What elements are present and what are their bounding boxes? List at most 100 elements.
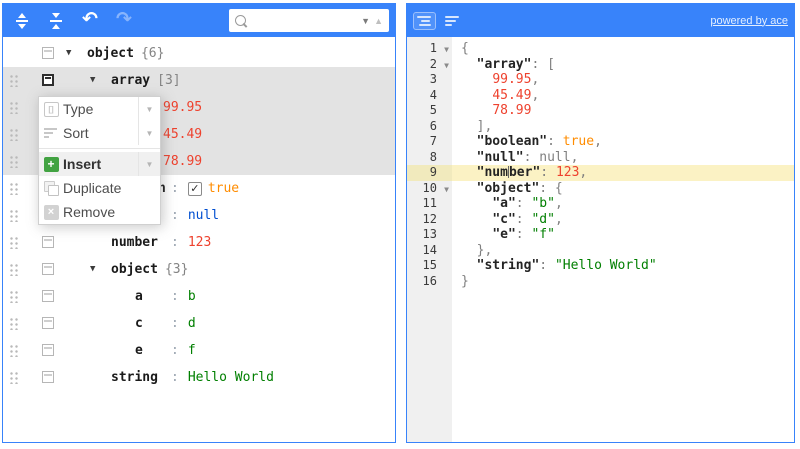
undo-icon: ↶ (82, 10, 98, 29)
node-menu-button[interactable] (42, 74, 54, 86)
node-menu-button[interactable] (42, 236, 54, 248)
drag-handle-icon[interactable] (9, 317, 18, 330)
expand-all-button[interactable] (9, 8, 35, 34)
field-name[interactable]: a (135, 288, 171, 305)
collapse-toggle-icon[interactable]: ▼ (90, 265, 95, 274)
code-token: "object" (477, 181, 540, 196)
code-line[interactable]: "number": 123, (452, 165, 794, 181)
field-value[interactable]: true (208, 180, 239, 197)
menu-item-label: Duplicate (63, 180, 160, 196)
code-area[interactable]: { "array": [ 99.95, 45.49, 78.99 ], "boo… (452, 37, 794, 442)
format-button[interactable] (413, 12, 436, 30)
fold-toggle-icon[interactable]: ▼ (444, 182, 449, 198)
code-line[interactable]: 78.99 (452, 103, 794, 119)
code-line[interactable]: "array": [ (452, 57, 794, 73)
code-line[interactable]: { (452, 41, 794, 57)
field-value[interactable]: f (188, 342, 196, 359)
drag-handle-icon[interactable] (9, 263, 18, 276)
menu-item-duplicate[interactable]: Duplicate (39, 176, 160, 200)
field-name[interactable]: e (135, 342, 171, 359)
drag-handle-icon[interactable] (9, 344, 18, 357)
node-content: 99.95 (163, 99, 202, 116)
code-line[interactable]: "string": "Hello World" (452, 258, 794, 274)
field-value[interactable]: 99.95 (163, 99, 202, 116)
node-content: 78.99 (163, 153, 202, 170)
drag-handle-icon[interactable] (9, 101, 18, 114)
code-line[interactable]: }, (452, 243, 794, 259)
collapse-toggle-icon[interactable]: ▼ (66, 49, 71, 58)
code-line[interactable]: "a": "b", (452, 196, 794, 212)
search-previous-icon[interactable]: ▲ (374, 16, 383, 26)
drag-handle-icon[interactable] (9, 128, 18, 141)
code-token (461, 258, 477, 273)
code-token: : (524, 150, 540, 165)
code-token: "boolean" (477, 134, 547, 149)
drag-handle-icon[interactable] (9, 209, 18, 222)
field-name[interactable]: array (111, 72, 150, 89)
field-value[interactable]: null (188, 207, 219, 224)
code-line[interactable]: 45.49, (452, 88, 794, 104)
menu-item-type[interactable]: []Type▼ (39, 97, 160, 121)
field-name[interactable]: object (87, 45, 134, 62)
code-token: 123 (556, 165, 579, 180)
code-line[interactable]: 99.95, (452, 72, 794, 88)
field-name[interactable]: string (111, 369, 171, 386)
search-next-icon[interactable]: ▼ (361, 16, 370, 26)
submenu-arrow-icon[interactable]: ▼ (138, 97, 160, 121)
code-line[interactable]: "e": "f" (452, 227, 794, 243)
redo-button[interactable]: ↷ (111, 8, 137, 34)
drag-handle-icon[interactable] (9, 290, 18, 303)
drag-handle-icon[interactable] (9, 155, 18, 168)
drag-handle-icon[interactable] (9, 371, 18, 384)
code-token: : (516, 227, 532, 242)
code-line[interactable]: "boolean": true, (452, 134, 794, 150)
compact-button[interactable] (445, 16, 460, 26)
undo-button[interactable]: ↶ (77, 8, 103, 34)
duplicate-icon (44, 181, 59, 196)
field-name[interactable]: object (111, 261, 158, 278)
drag-handle-icon[interactable] (9, 236, 18, 249)
search-input[interactable] (250, 13, 357, 29)
menu-item-insert[interactable]: +Insert▼ (39, 152, 160, 176)
field-value[interactable]: d (188, 315, 196, 332)
line-number: 7 (407, 134, 452, 150)
powered-by-ace-link[interactable]: powered by ace (710, 15, 788, 27)
code-token (461, 165, 477, 180)
node-menu-button[interactable] (42, 344, 54, 356)
node-menu-button[interactable] (42, 371, 54, 383)
code-line[interactable]: "null": null, (452, 150, 794, 166)
fold-toggle-icon[interactable]: ▼ (444, 58, 449, 74)
colon-separator: : (171, 288, 179, 305)
field-value[interactable]: 45.49 (163, 126, 202, 143)
node-content: e:f (135, 342, 196, 359)
code-line[interactable]: "object": { (452, 181, 794, 197)
boolean-checkbox[interactable]: ✓ (188, 182, 202, 196)
menu-item-sort[interactable]: Sort▼ (39, 121, 160, 145)
node-menu-button[interactable] (42, 263, 54, 275)
expand-all-icon (15, 13, 29, 29)
menu-item-remove[interactable]: ×Remove (39, 200, 160, 224)
collapse-toggle-icon[interactable]: ▼ (90, 76, 95, 85)
code-line[interactable]: } (452, 274, 794, 290)
field-value[interactable]: 123 (188, 234, 211, 251)
collapse-all-button[interactable] (43, 8, 69, 34)
field-value[interactable]: Hello World (188, 369, 274, 386)
field-value[interactable]: b (188, 288, 196, 305)
code-token: "null" (477, 150, 524, 165)
code-token (461, 103, 492, 118)
tree-row: ▼array[3] (3, 67, 395, 94)
field-value[interactable]: 78.99 (163, 153, 202, 170)
code-line[interactable]: "c": "d", (452, 212, 794, 228)
code-line[interactable]: ], (452, 119, 794, 135)
node-menu-button[interactable] (42, 47, 54, 59)
field-name[interactable]: c (135, 315, 171, 332)
node-menu-button[interactable] (42, 290, 54, 302)
tree-row: c:d (3, 310, 395, 337)
submenu-arrow-icon[interactable]: ▼ (138, 121, 160, 145)
drag-handle-icon[interactable] (9, 74, 18, 87)
node-menu-button[interactable] (42, 317, 54, 329)
field-name[interactable]: number (111, 234, 171, 251)
fold-toggle-icon[interactable]: ▼ (444, 42, 449, 58)
submenu-arrow-icon[interactable]: ▼ (138, 152, 160, 176)
drag-handle-icon[interactable] (9, 182, 18, 195)
